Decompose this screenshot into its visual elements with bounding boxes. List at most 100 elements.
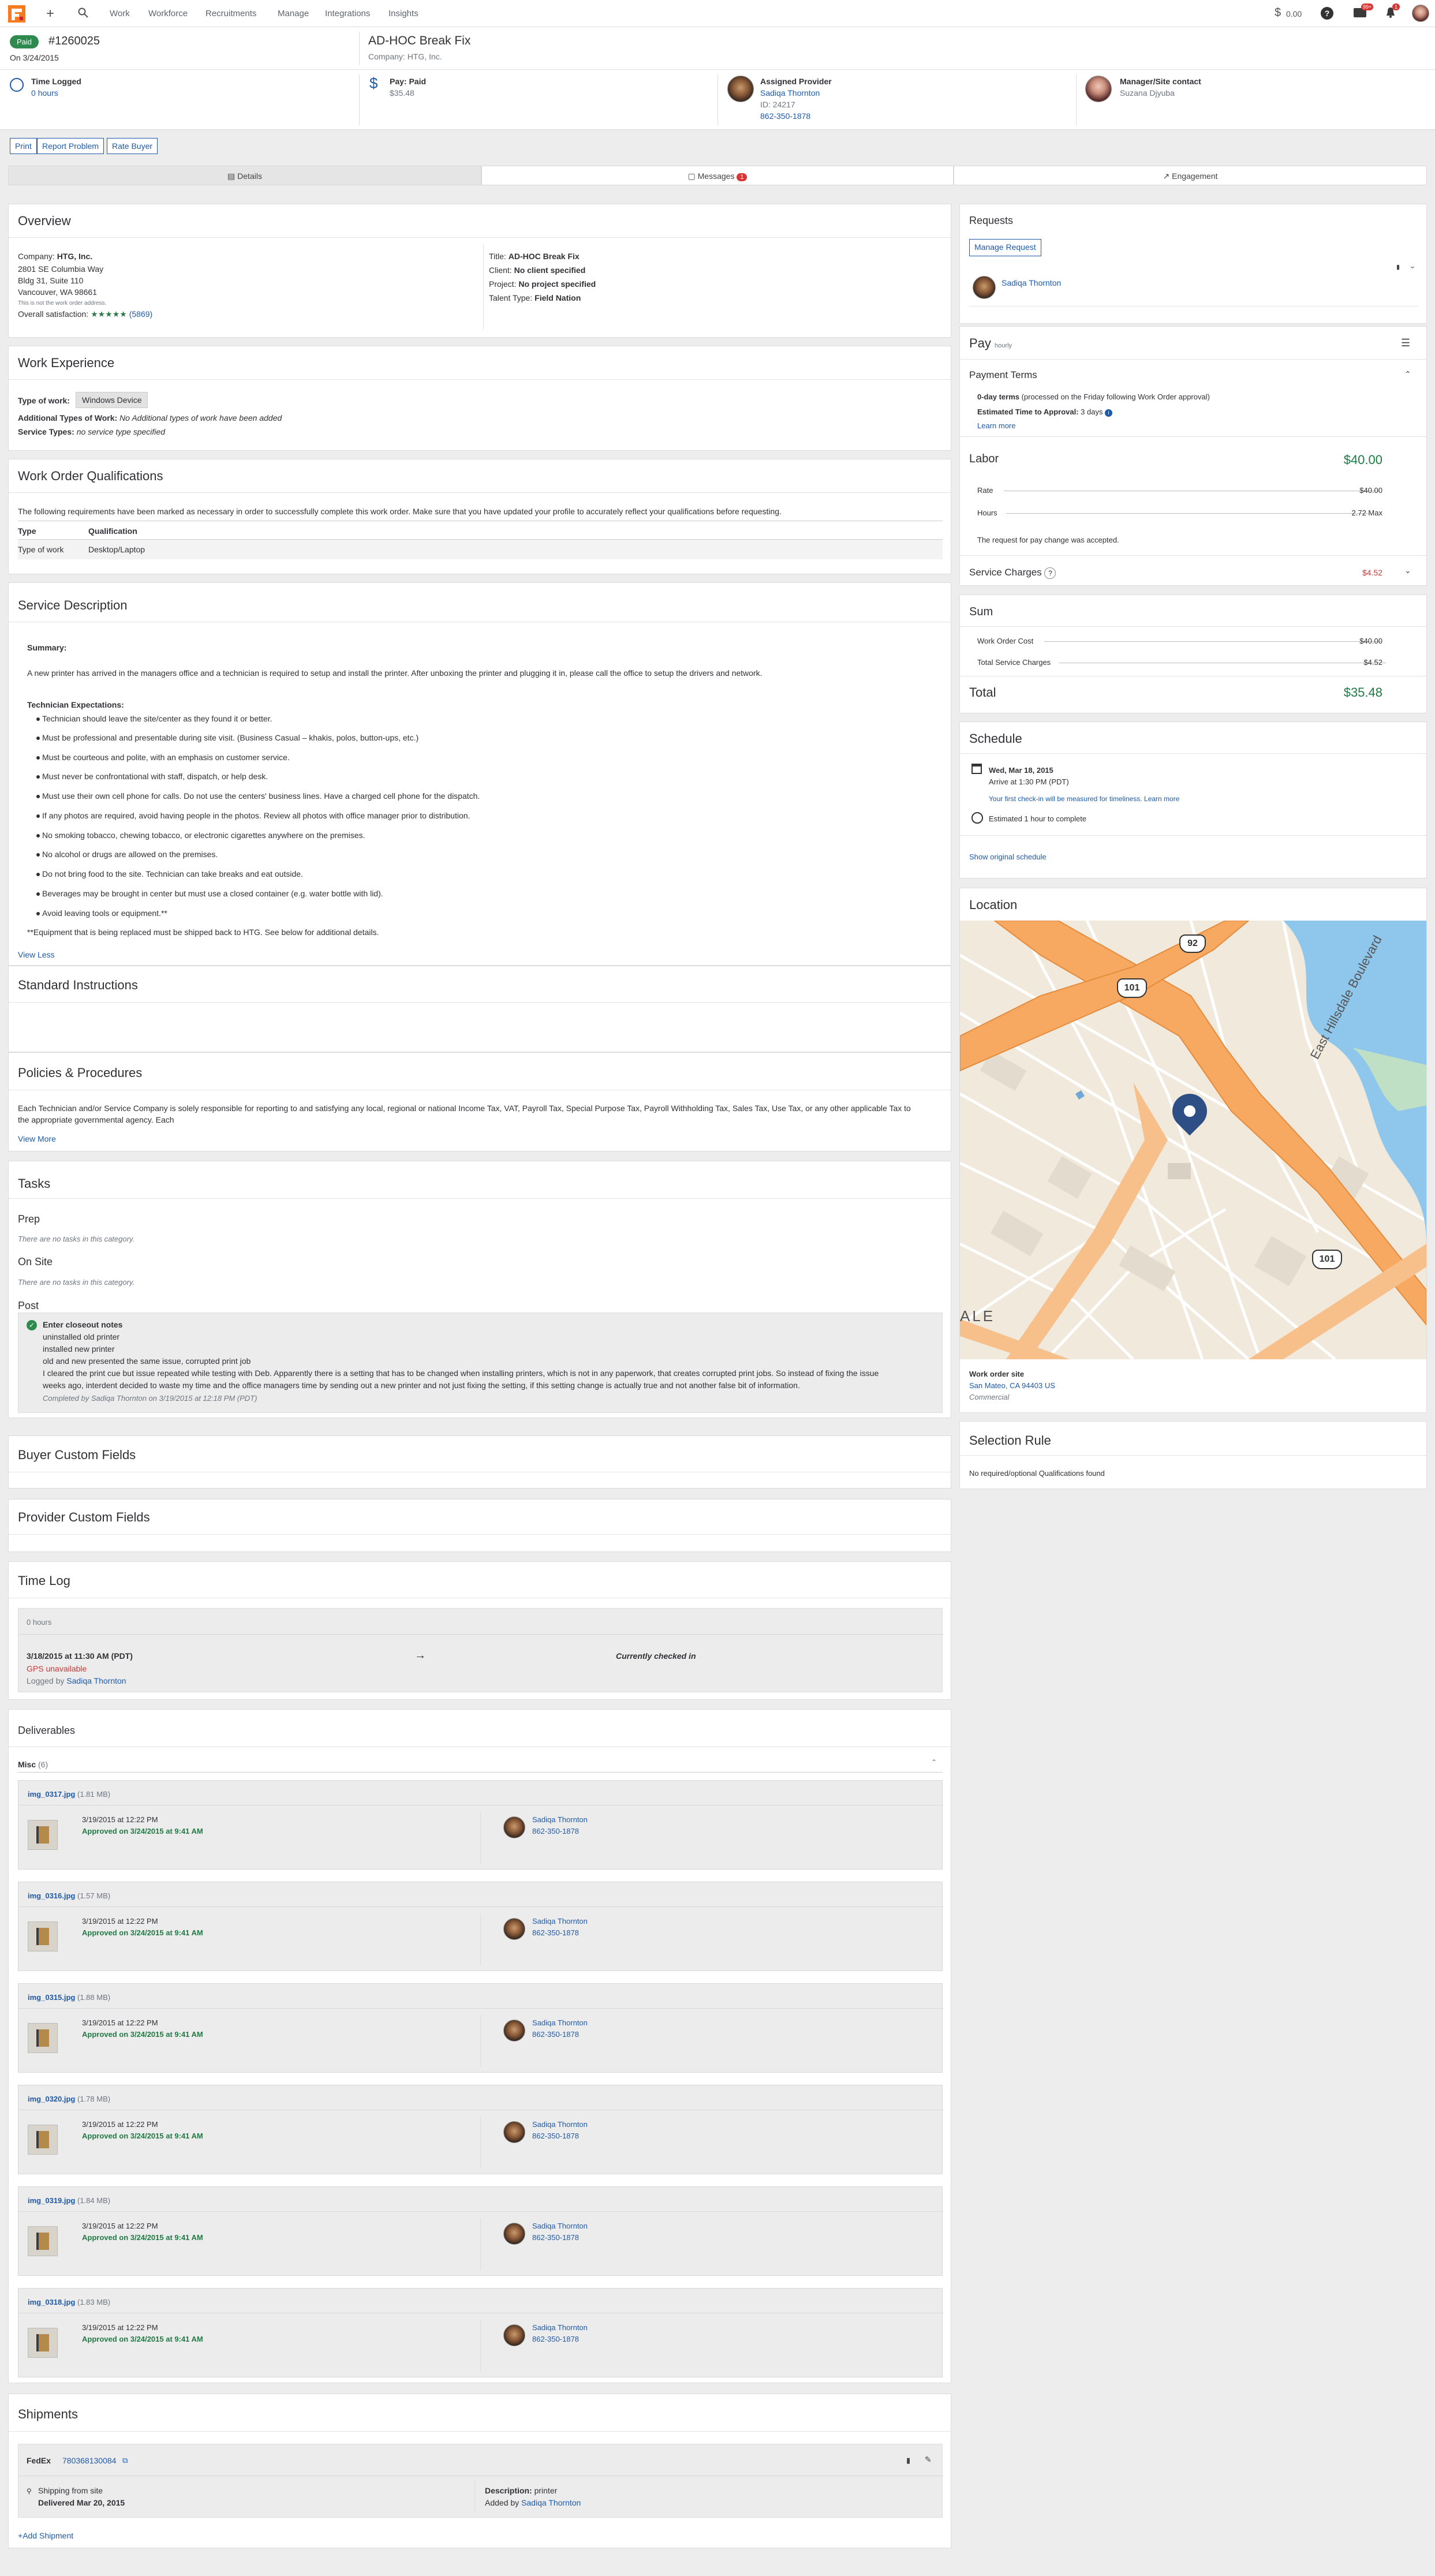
print-button[interactable]: Print: [10, 138, 37, 154]
deliverables-title: Deliverables: [18, 1725, 76, 1736]
tab-details[interactable]: ▤ Details: [8, 166, 481, 185]
file-name-row: img_0318.jpg (1.83 MB): [28, 2298, 110, 2306]
help-icon[interactable]: ?: [1321, 7, 1333, 20]
file-thumbnail[interactable]: [28, 2023, 58, 2053]
file-name-link[interactable]: img_0316.jpg: [28, 1891, 75, 1900]
tab-engagement[interactable]: ↗ Engagement: [954, 166, 1427, 185]
description-label: Description:: [485, 2486, 532, 2495]
nav-work[interactable]: Work: [110, 9, 130, 18]
address-note: This is not the work order address.: [18, 300, 107, 306]
show-original-schedule[interactable]: Show original schedule: [969, 853, 1047, 861]
chat-icon: ▢: [687, 171, 698, 181]
approval-row: Estimated Time to Approval: 3 days i: [977, 407, 1113, 417]
file-thumbnail[interactable]: [28, 2125, 58, 2155]
file-thumbnail[interactable]: [28, 1921, 58, 1951]
deliverables-group[interactable]: Misc (6): [18, 1760, 48, 1769]
request-provider-name[interactable]: Sadiqa Thornton: [1001, 278, 1061, 287]
timeliness-learn-more[interactable]: Learn more: [1144, 795, 1179, 803]
nav-recruitments[interactable]: Recruitments: [205, 9, 256, 18]
uploader-phone[interactable]: 862-350-1878: [532, 2132, 579, 2140]
uploader-name[interactable]: Sadiqa Thornton: [532, 2323, 588, 2332]
terms-bold: 0-day terms: [977, 392, 1019, 401]
request-avatar[interactable]: [973, 276, 996, 299]
chevron-up-icon[interactable]: ⌃: [1404, 369, 1411, 379]
file-name-link[interactable]: img_0315.jpg: [28, 1993, 75, 2002]
tasks-card: Tasks Prep There are no tasks in this ca…: [8, 1161, 952, 1418]
edit-icon[interactable]: ✎: [925, 2455, 932, 2465]
file-thumbnail[interactable]: [28, 1820, 58, 1850]
tasks-title: Tasks: [18, 1176, 51, 1191]
uploader-phone[interactable]: 862-350-1878: [532, 1827, 579, 1835]
add-shipment-link[interactable]: +Add Shipment: [18, 2531, 73, 2540]
qual-col-type: Type: [18, 526, 36, 536]
delete-icon[interactable]: ▮: [906, 2456, 910, 2465]
satisfaction-count[interactable]: (5869): [129, 309, 152, 319]
tab-messages[interactable]: ▢ Messages 1: [481, 166, 954, 185]
manager-avatar[interactable]: [1085, 76, 1112, 102]
view-less-link[interactable]: View Less: [18, 950, 55, 959]
rate-buyer-button[interactable]: Rate Buyer: [107, 138, 158, 154]
uploader-name[interactable]: Sadiqa Thornton: [532, 2120, 588, 2129]
shipments-card: Shipments FedEx 780368130084 ⧉ ▮ ✎ ⚲ Shi…: [8, 2394, 952, 2548]
uploader-name[interactable]: Sadiqa Thornton: [532, 2018, 588, 2027]
nav-insights[interactable]: Insights: [388, 9, 418, 18]
uploader-avatar[interactable]: [503, 1816, 525, 1838]
delete-icon[interactable]: ▮: [1396, 263, 1400, 271]
location-map[interactable]: 92 101 101 East Hillsdale Boulevard ALE: [960, 921, 1426, 1359]
uploader-avatar[interactable]: [503, 2324, 525, 2346]
external-link-icon[interactable]: ⧉: [122, 2456, 128, 2465]
tracking-number[interactable]: 780368130084: [62, 2456, 116, 2465]
file-name-link[interactable]: img_0319.jpg: [28, 2196, 75, 2205]
list-icon[interactable]: ☰: [1401, 337, 1410, 349]
added-by-name[interactable]: Sadiqa Thornton: [521, 2498, 581, 2507]
manager-label: Manager/Site contact: [1120, 77, 1201, 86]
uploader-phone[interactable]: 862-350-1878: [532, 2335, 579, 2343]
uploader-avatar[interactable]: [503, 2223, 525, 2245]
uploader-avatar[interactable]: [503, 2121, 525, 2143]
uploader-name[interactable]: Sadiqa Thornton: [532, 1815, 588, 1824]
logged-by-name[interactable]: Sadiqa Thornton: [66, 1676, 126, 1685]
search-icon[interactable]: [78, 8, 88, 18]
service-charges-text: Service Charges: [969, 567, 1042, 578]
collapse-icon[interactable]: ⌃: [931, 1758, 937, 1766]
add-icon[interactable]: +: [46, 6, 54, 22]
help-icon[interactable]: ?: [1044, 567, 1056, 579]
manage-request-button[interactable]: Manage Request: [969, 239, 1041, 256]
chevron-down-icon[interactable]: ⌄: [1409, 261, 1416, 271]
terms-learn-more[interactable]: Learn more: [977, 421, 1015, 430]
tab-engagement-label: Engagement: [1172, 171, 1218, 181]
service-types-row: Service Types: no service type specified: [18, 427, 165, 436]
brand-logo[interactable]: [8, 5, 25, 23]
uploader-avatar[interactable]: [503, 2020, 525, 2042]
balance-value[interactable]: 0.00: [1286, 9, 1302, 18]
file-name-link[interactable]: img_0317.jpg: [28, 1790, 75, 1799]
file-name-link[interactable]: img_0318.jpg: [28, 2298, 75, 2306]
user-avatar[interactable]: [1412, 5, 1429, 22]
chevron-down-icon[interactable]: ⌄: [1404, 566, 1411, 575]
uploader-phone[interactable]: 862-350-1878: [532, 2030, 579, 2039]
buyer-custom-fields-card: Buyer Custom Fields: [8, 1435, 952, 1489]
report-problem-button[interactable]: Report Problem: [37, 138, 104, 154]
file-thumbnail[interactable]: [28, 2328, 58, 2358]
info-icon[interactable]: i: [1105, 409, 1113, 417]
project-label: Project:: [489, 279, 517, 289]
provider-name[interactable]: Sadiqa Thornton: [760, 88, 820, 98]
uploader-name[interactable]: Sadiqa Thornton: [532, 2222, 588, 2230]
nav-manage[interactable]: Manage: [278, 9, 309, 18]
provider-avatar[interactable]: [727, 76, 754, 102]
provider-phone[interactable]: 862-350-1878: [760, 111, 810, 121]
uploader-phone[interactable]: 862-350-1878: [532, 2233, 579, 2242]
file-name-link[interactable]: img_0320.jpg: [28, 2095, 75, 2103]
uploader-name[interactable]: Sadiqa Thornton: [532, 1917, 588, 1926]
site-address[interactable]: San Mateo, CA 94403 US: [969, 1381, 1055, 1390]
uploader-phone[interactable]: 862-350-1878: [532, 1928, 579, 1937]
view-more-link[interactable]: View More: [18, 1134, 56, 1143]
upload-time: 3/19/2015 at 12:22 PM: [82, 2120, 158, 2129]
group-count: (6): [38, 1760, 48, 1769]
uploader-avatar[interactable]: [503, 1918, 525, 1940]
time-logged-value[interactable]: 0 hours: [31, 88, 58, 98]
group-label: Misc: [18, 1760, 36, 1769]
nav-workforce[interactable]: Workforce: [148, 9, 188, 18]
nav-integrations[interactable]: Integrations: [325, 9, 370, 18]
file-thumbnail[interactable]: [28, 2226, 58, 2256]
